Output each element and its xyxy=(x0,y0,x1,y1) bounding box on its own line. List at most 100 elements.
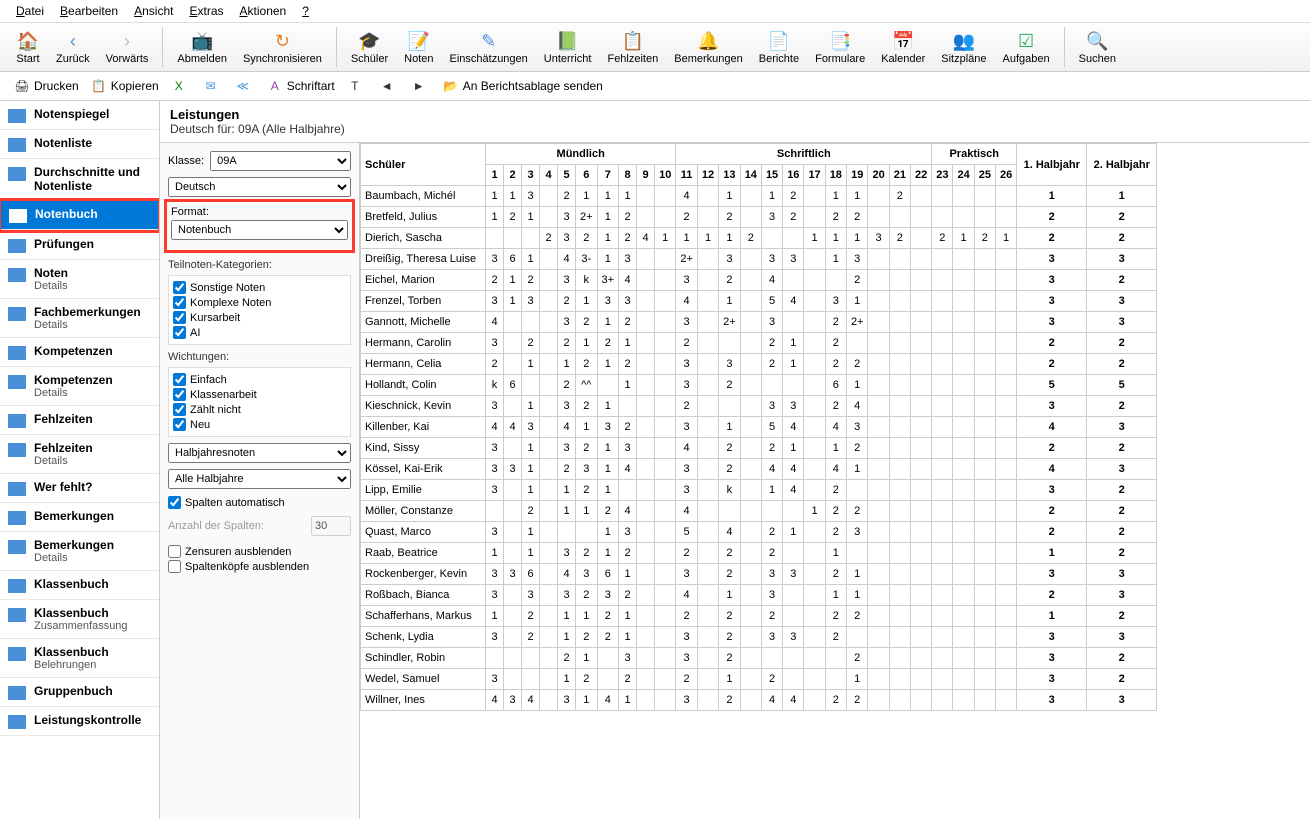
spaltenkoepfe-label: Spaltenköpfe ausblenden xyxy=(185,561,309,573)
toolbar-synchronisieren[interactable]: ↻Synchronisieren xyxy=(235,27,330,67)
sec-an-berichtsablage-senden[interactable]: 📂An Berichtsablage senden xyxy=(437,76,609,96)
table-row[interactable]: Hermann, Carolin322121221222 xyxy=(361,333,1157,354)
table-row[interactable]: Lipp, Emilie311213k14232 xyxy=(361,480,1157,501)
sidebar-item-klassenbuch[interactable]: KlassenbuchBelehrungen xyxy=(0,639,159,678)
table-row[interactable]: Willner, Ines434314132442233 xyxy=(361,690,1157,711)
sidebar-item-leistungskontrolle[interactable]: Leistungskontrolle xyxy=(0,707,159,736)
wichtungen-chk-klassenarbeit[interactable] xyxy=(173,388,186,401)
format-select[interactable]: Notenbuch xyxy=(171,220,348,240)
sec-kopieren[interactable]: 📋Kopieren xyxy=(85,76,165,96)
table-row[interactable]: Eichel, Marion2123k3+4324232 xyxy=(361,270,1157,291)
table-row[interactable]: Wedel, Samuel3122212132 xyxy=(361,669,1157,690)
table-row[interactable]: Baumbach, Michél1132111 411211211 xyxy=(361,186,1157,207)
toolbar-kalender[interactable]: 📅Kalender xyxy=(873,27,933,67)
table-row[interactable]: Quast, Marco311354212322 xyxy=(361,522,1157,543)
table-row[interactable]: Killenber, Kai443413231544343 xyxy=(361,417,1157,438)
col-6: 6 xyxy=(576,165,598,186)
anzahl-label: Anzahl der Spalten: xyxy=(168,520,311,532)
table-row[interactable]: Raab, Beatrice113212222112 xyxy=(361,543,1157,564)
table-row[interactable]: Kieschnick, Kevin313212332432 xyxy=(361,396,1157,417)
sidebar-item-notenliste[interactable]: Notenliste xyxy=(0,130,159,159)
sec-schriftart[interactable]: ASchriftart xyxy=(261,76,341,96)
sec-≪[interactable]: ≪ xyxy=(229,76,261,96)
table-row[interactable]: Kind, Sissy31321342211222 xyxy=(361,438,1157,459)
toolbar-unterricht[interactable]: 📗Unterricht xyxy=(536,27,600,67)
zurück-icon: ‹ xyxy=(61,29,85,53)
zensuren-checkbox[interactable] xyxy=(168,545,181,558)
spalten-auto-checkbox[interactable] xyxy=(168,496,181,509)
menu-aktionen[interactable]: Aktionen xyxy=(232,2,295,20)
toolbar-schüler[interactable]: 🎓Schüler xyxy=(343,27,396,67)
table-row[interactable]: Roßbach, Bianca3332324131123 xyxy=(361,585,1157,606)
table-row[interactable]: Schenk, Lydia3212213233233 xyxy=(361,627,1157,648)
alle-halbjahre-select[interactable]: Alle Halbjahre xyxy=(168,469,351,489)
sidebar-item-notenbuch[interactable]: Notenbuch xyxy=(1,201,158,230)
spaltenkoepfe-checkbox[interactable] xyxy=(168,560,181,573)
sidebar-item-wer-fehlt?[interactable]: Wer fehlt? xyxy=(0,474,159,503)
sec-x[interactable]: X xyxy=(165,76,197,96)
toolbar-fehlzeiten[interactable]: 📋Fehlzeiten xyxy=(599,27,666,67)
toolbar-aufgaben[interactable]: ☑Aufgaben xyxy=(995,27,1058,67)
table-row[interactable]: Dreißig, Theresa Luise36143-132+3331333 xyxy=(361,249,1157,270)
table-row[interactable]: Kössel, Kai-Erik331231432444143 xyxy=(361,459,1157,480)
toolbar-abmelden[interactable]: 📺Abmelden xyxy=(169,27,235,67)
teilnoten-chk-ai[interactable] xyxy=(173,326,186,339)
table-row[interactable]: Hermann, Celia21121233212222 xyxy=(361,354,1157,375)
sidebar-item-klassenbuch[interactable]: Klassenbuch xyxy=(0,571,159,600)
toolbar-berichte[interactable]: 📄Berichte xyxy=(751,27,807,67)
sidebar-item-fehlzeiten[interactable]: FehlzeitenDetails xyxy=(0,435,159,474)
sidebar-item-prüfungen[interactable]: Prüfungen xyxy=(0,231,159,260)
sidebar-item-gruppenbuch[interactable]: Gruppenbuch xyxy=(0,678,159,707)
sidebar-item-kompetenzen[interactable]: KompetenzenDetails xyxy=(0,367,159,406)
sidebar-item-fehlzeiten[interactable]: Fehlzeiten xyxy=(0,406,159,435)
teilnoten-chk-kursarbeit[interactable] xyxy=(173,311,186,324)
sec-◄[interactable]: ◄ xyxy=(373,76,405,96)
table-row[interactable]: Schindler, Robin21332232 xyxy=(361,648,1157,669)
sidebar-item-klassenbuch[interactable]: KlassenbuchZusammenfassung xyxy=(0,600,159,639)
teilnoten-chk-komplexe-noten[interactable] xyxy=(173,296,186,309)
toolbar-einschätzungen[interactable]: ✎Einschätzungen xyxy=(442,27,536,67)
toolbar-suchen[interactable]: 🔍Suchen xyxy=(1071,27,1124,67)
table-row[interactable]: Möller, Constanze21124412222 xyxy=(361,501,1157,522)
halbjahresnoten-select[interactable]: Halbjahresnoten xyxy=(168,443,351,463)
sidebar-item-bemerkungen[interactable]: BemerkungenDetails xyxy=(0,532,159,571)
table-row[interactable]: Bretfeld, Julius12132+1222322222 xyxy=(361,207,1157,228)
sidebar-item-bemerkungen[interactable]: Bemerkungen xyxy=(0,503,159,532)
toolbar-vorwärts[interactable]: ›Vorwärts xyxy=(98,27,157,67)
menu-datei[interactable]: Datei xyxy=(8,2,52,20)
col-14: 14 xyxy=(740,165,761,186)
wichtungen-chk-zählt-nicht[interactable] xyxy=(173,403,186,416)
table-row[interactable]: Gannott, Michelle4321232+322+33 xyxy=(361,312,1157,333)
sec-►[interactable]: ► xyxy=(405,76,437,96)
teilnoten-chk-sonstige-noten[interactable] xyxy=(173,281,186,294)
menu-bearbeiten[interactable]: Bearbeiten xyxy=(52,2,126,20)
table-row[interactable]: Hollandt, Colink62^^1326155 xyxy=(361,375,1157,396)
fach-select[interactable]: Deutsch xyxy=(168,177,351,197)
sec-drucken[interactable]: 🖨Drucken xyxy=(8,76,85,96)
sec-t[interactable]: T xyxy=(341,76,373,96)
toolbar-noten[interactable]: 📝Noten xyxy=(396,27,441,67)
sidebar-item-notenspiegel[interactable]: Notenspiegel xyxy=(0,101,159,130)
sec-✉[interactable]: ✉ xyxy=(197,76,229,96)
grade-table-wrap[interactable]: SchülerMündlichSchriftlichPraktisch1. Ha… xyxy=(360,143,1310,819)
menu-?[interactable]: ? xyxy=(294,2,317,20)
sidebar-item-durchschnitte-und-notenliste[interactable]: Durchschnitte und Notenliste xyxy=(0,159,159,200)
table-row[interactable]: Schafferhans, Markus1211212222212 xyxy=(361,606,1157,627)
table-row[interactable]: Rockenberger, Kevin336436132332133 xyxy=(361,564,1157,585)
toolbar-zurück[interactable]: ‹Zurück xyxy=(48,27,98,67)
klasse-select[interactable]: 09A xyxy=(210,151,351,171)
sidebar-item-fachbemerkungen[interactable]: FachbemerkungenDetails xyxy=(0,299,159,338)
table-row[interactable]: Dierich, Sascha2321241111211132212122 xyxy=(361,228,1157,249)
menu-extras[interactable]: Extras xyxy=(181,2,231,20)
toolbar-sitzpläne[interactable]: 👥Sitzpläne xyxy=(933,27,994,67)
toolbar-start[interactable]: 🏠Start xyxy=(8,27,48,67)
sidebar-item-kompetenzen[interactable]: Kompetenzen xyxy=(0,338,159,367)
sidebar-item-noten[interactable]: NotenDetails xyxy=(0,260,159,299)
page-icon xyxy=(8,167,26,181)
wichtungen-chk-neu[interactable] xyxy=(173,418,186,431)
wichtungen-chk-einfach[interactable] xyxy=(173,373,186,386)
toolbar-formulare[interactable]: 📑Formulare xyxy=(807,27,873,67)
toolbar-bemerkungen[interactable]: 🔔Bemerkungen xyxy=(666,27,751,67)
menu-ansicht[interactable]: Ansicht xyxy=(126,2,181,20)
table-row[interactable]: Frenzel, Torben313213341543133 xyxy=(361,291,1157,312)
